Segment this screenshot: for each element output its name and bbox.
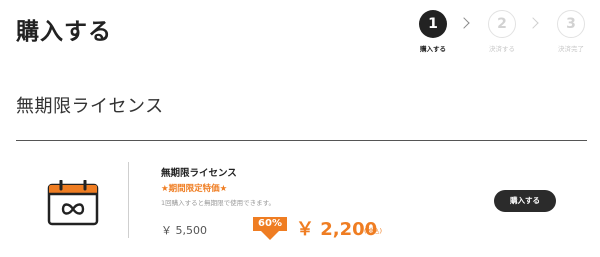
step-2-number: 2 [488, 10, 516, 38]
product-name: 無期限ライセンス [161, 168, 237, 179]
step-2-label: 決済する [489, 45, 515, 53]
buy-button[interactable]: 購入する [494, 190, 556, 212]
calendar-infinity-icon [47, 179, 99, 226]
step-3: 3 決済完了 [541, 10, 600, 53]
section-title: 無期限ライセンス [16, 96, 164, 117]
step-3-label: 決済完了 [558, 45, 584, 53]
step-1: 1 購入する [403, 10, 463, 53]
original-price: ￥ 5,500 [161, 224, 207, 237]
step-3-number: 3 [557, 10, 585, 38]
discount-badge: 60% [253, 217, 287, 241]
discount-value: 60% [258, 218, 282, 229]
step-1-number: 1 [419, 10, 447, 38]
vertical-divider [128, 162, 129, 238]
step-1-label: 購入する [420, 45, 446, 53]
tax-note: (税込) [364, 227, 383, 235]
step-2: 2 決済する [472, 10, 532, 53]
product-description: 1回購入すると無期限で使用できます。 [161, 199, 275, 207]
promo-label: ★期間限定特価★ [161, 184, 228, 194]
progress-stepper: 1 購入する 2 決済する 3 決済完了 [0, 0, 600, 60]
divider [16, 140, 587, 141]
